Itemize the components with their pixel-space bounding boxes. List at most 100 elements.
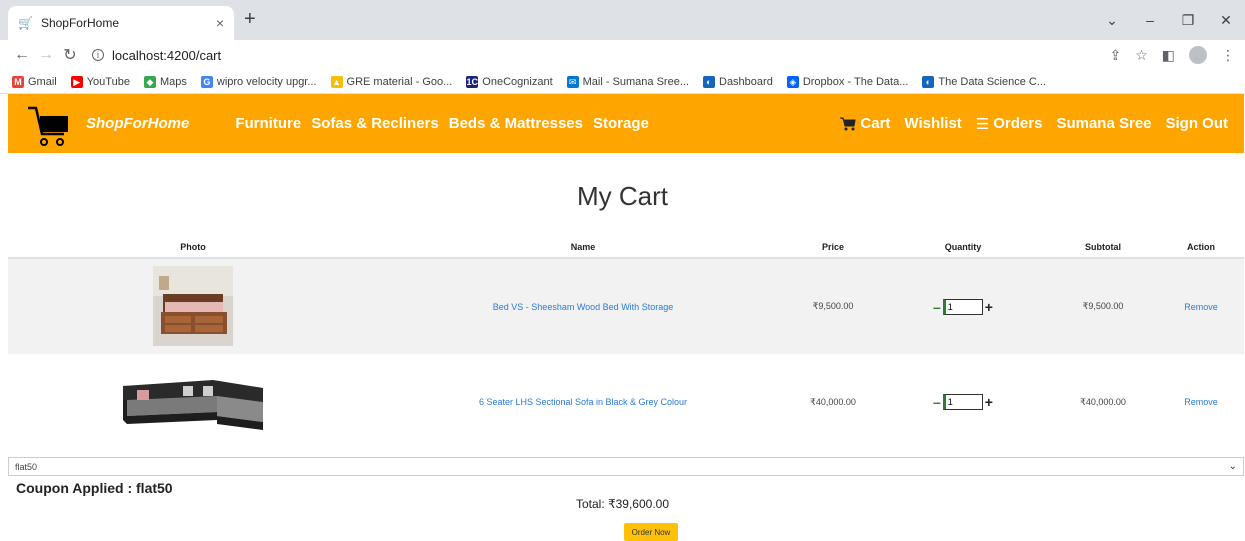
bookmark-item[interactable]: ◐ The Data Science C... xyxy=(922,75,1047,88)
bookmark-item[interactable]: ◐ Dashboard xyxy=(703,75,773,88)
app-navbar: ShopForHome Furniture Sofas & Recliners … xyxy=(8,94,1244,153)
tab-search-icon[interactable]: ⌄ xyxy=(1093,12,1131,29)
close-window-icon[interactable]: ✕ xyxy=(1207,12,1245,29)
bookmark-label: Gmail xyxy=(28,75,57,88)
bookmark-favicon-icon: ▲ xyxy=(330,75,343,88)
nav-furniture[interactable]: Furniture xyxy=(235,115,301,132)
subtotal-cell: ₹40,000.00 xyxy=(1080,396,1126,407)
product-link[interactable]: Bed VS - Sheesham Wood Bed With Storage xyxy=(493,302,673,312)
nav-sign-out[interactable]: Sign Out xyxy=(1166,115,1229,132)
bookmark-item[interactable]: ▶ YouTube xyxy=(70,75,130,88)
forward-icon[interactable]: → xyxy=(34,46,58,64)
browser-tab-bar: 🛒 ShopForHome × + ⌄ – ❐ ✕ xyxy=(0,0,1245,40)
menu-kebab-icon[interactable]: ⋮ xyxy=(1221,47,1235,64)
shopping-cart-logo-icon xyxy=(28,106,68,146)
increment-icon[interactable]: + xyxy=(985,394,993,410)
quantity-input[interactable] xyxy=(942,394,983,410)
table-header-row: Photo Name Price Quantity Subtotal Actio… xyxy=(8,236,1244,259)
cart-favicon-icon: 🛒 xyxy=(18,16,33,30)
nav-orders[interactable]: ☰ Orders xyxy=(976,115,1043,133)
minimize-icon[interactable]: – xyxy=(1131,12,1169,28)
nav-user-name[interactable]: Sumana Sree xyxy=(1056,115,1151,132)
window-controls: ⌄ – ❐ ✕ xyxy=(1093,0,1245,40)
quantity-stepper: – + xyxy=(933,298,993,315)
header-price: Price xyxy=(788,236,878,259)
bookmark-item[interactable]: ◆ Maps xyxy=(143,75,187,88)
decrement-icon[interactable]: – xyxy=(933,394,941,410)
subtotal-cell: ₹9,500.00 xyxy=(1082,301,1124,311)
order-now-button[interactable]: Order Now xyxy=(624,523,678,541)
name-cell: 6 Seater LHS Sectional Sofa in Black & G… xyxy=(378,354,788,450)
remove-button[interactable]: Remove xyxy=(1184,397,1218,407)
site-info-icon[interactable]: i xyxy=(92,49,104,61)
quantity-stepper: – + xyxy=(933,394,993,410)
increment-icon[interactable]: + xyxy=(985,299,993,315)
action-cell: Remove xyxy=(1158,258,1244,354)
url-field[interactable]: i localhost:4200/cart xyxy=(92,48,1109,63)
brand[interactable]: ShopForHome xyxy=(24,100,189,148)
decrement-icon[interactable]: – xyxy=(933,299,941,315)
profile-avatar-icon[interactable] xyxy=(1189,46,1207,64)
bookmark-item[interactable]: ✉ Mail - Sumana Sree... xyxy=(566,75,689,88)
price-cell: ₹40,000.00 xyxy=(810,396,856,407)
list-icon: ☰ xyxy=(975,115,990,133)
side-panel-icon[interactable]: ◧ xyxy=(1162,47,1175,64)
header-quantity: Quantity xyxy=(878,236,1048,259)
share-icon[interactable]: ⇪ xyxy=(1109,47,1121,64)
bookmark-favicon-icon: ◈ xyxy=(786,75,799,88)
bookmark-label: OneCognizant xyxy=(482,75,553,88)
bookmark-label: YouTube xyxy=(86,75,130,88)
bookmark-star-icon[interactable]: ☆ xyxy=(1135,47,1148,64)
header-action: Action xyxy=(1158,236,1244,259)
bookmark-favicon-icon: G xyxy=(200,75,213,88)
bookmark-label: Maps xyxy=(159,75,187,88)
bookmark-label: Dashboard xyxy=(719,75,773,88)
cart-table: Photo Name Price Quantity Subtotal Actio… xyxy=(8,236,1244,450)
bookmark-item[interactable]: M Gmail xyxy=(12,75,57,88)
bookmark-item[interactable]: ◈ Dropbox - The Data... xyxy=(786,75,908,88)
photo-cell xyxy=(8,258,378,354)
bookmark-favicon-icon: ▶ xyxy=(70,75,83,88)
reload-icon[interactable]: ↻ xyxy=(58,45,82,65)
table-row: 6 Seater LHS Sectional Sofa in Black & G… xyxy=(8,354,1244,450)
new-tab-button[interactable]: + xyxy=(244,9,256,29)
brand-name: ShopForHome xyxy=(86,115,190,132)
nav-sofas-recliners[interactable]: Sofas & Recliners xyxy=(311,115,439,132)
bookmark-favicon-icon: ◐ xyxy=(703,75,715,88)
cart-icon xyxy=(840,117,856,130)
header-photo: Photo xyxy=(8,236,378,259)
bookmark-item[interactable]: 1C OneCognizant xyxy=(466,75,553,88)
product-link[interactable]: 6 Seater LHS Sectional Sofa in Black & G… xyxy=(479,397,687,407)
url-text: localhost:4200/cart xyxy=(112,47,222,63)
bed-product-image xyxy=(153,265,233,346)
nav-wishlist[interactable]: Wishlist xyxy=(904,115,961,132)
bookmark-favicon-icon: M xyxy=(12,75,24,88)
remove-button[interactable]: Remove xyxy=(1184,302,1218,312)
maximize-icon[interactable]: ❐ xyxy=(1169,12,1207,29)
bookmark-item[interactable]: ▲ GRE material - Goo... xyxy=(330,75,453,88)
coupon-select[interactable]: flat50 ⌄ xyxy=(8,457,1244,476)
back-icon[interactable]: ← xyxy=(10,46,34,64)
bookmark-label: Mail - Sumana Sree... xyxy=(582,75,689,88)
bookmark-favicon-icon: ✉ xyxy=(566,75,579,88)
sofa-product-image xyxy=(113,366,273,436)
nav-storage[interactable]: Storage xyxy=(593,115,649,132)
close-tab-icon[interactable]: × xyxy=(216,15,224,31)
price-cell: ₹9,500.00 xyxy=(812,301,854,311)
nav-beds-mattresses[interactable]: Beds & Mattresses xyxy=(449,115,583,132)
chevron-down-icon: ⌄ xyxy=(1228,461,1237,472)
bookmark-item[interactable]: Gwipro velocity upgr... xyxy=(200,75,317,88)
nav-cart[interactable]: Cart xyxy=(840,115,890,132)
name-cell: Bed VS - Sheesham Wood Bed With Storage xyxy=(378,258,788,354)
quantity-cell: – + xyxy=(878,354,1048,450)
page-title: My Cart xyxy=(577,181,668,211)
quantity-input[interactable] xyxy=(942,298,983,315)
nav-cart-label: Cart xyxy=(860,115,891,132)
bookmark-label: The Data Science C... xyxy=(938,75,1047,88)
nav-orders-label: Orders xyxy=(993,115,1043,132)
browser-tab[interactable]: 🛒 ShopForHome × xyxy=(8,6,234,40)
action-cell: Remove xyxy=(1158,354,1244,450)
bookmark-label: GRE material - Goo... xyxy=(346,75,453,88)
table-row: Bed VS - Sheesham Wood Bed With Storage … xyxy=(8,258,1244,354)
bookmarks-bar: M Gmail ▶ YouTube ◆ Maps Gwipro velocity upgr.… xyxy=(0,70,1245,94)
